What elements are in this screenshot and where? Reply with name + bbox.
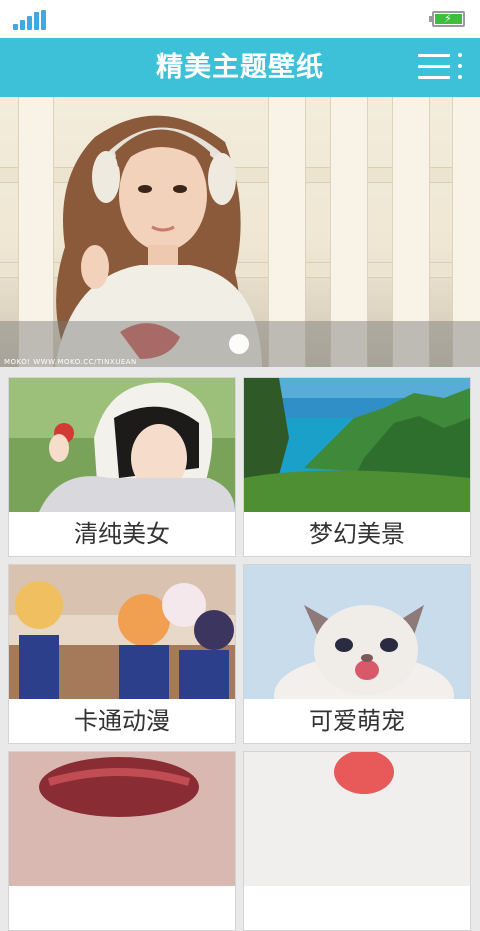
status-bar: ⚡ (0, 0, 480, 38)
banner-carousel[interactable]: MOKO! WWW.MOKO.CC/TINXUEAN (0, 97, 480, 367)
category-thumbnail (244, 752, 470, 886)
category-card-pure-beauty[interactable]: 清纯美女 (8, 377, 236, 557)
category-card-6[interactable] (243, 751, 471, 931)
category-card-5[interactable] (8, 751, 236, 931)
battery-charging-icon: ⚡ (429, 11, 465, 27)
category-thumbnail (244, 565, 470, 699)
category-thumbnail (9, 378, 235, 512)
category-label: 清纯美女 (9, 512, 235, 556)
category-card-cartoon-anime[interactable]: 卡通动漫 (8, 564, 236, 744)
app-title: 精美主题壁纸 (156, 52, 324, 83)
category-thumbnail (9, 565, 235, 699)
category-thumbnail (244, 378, 470, 512)
category-grid: 清纯美女 梦幻美景 卡通动漫 可爱萌宠 (0, 367, 480, 931)
signal-icon (13, 10, 47, 30)
category-card-cute-pets[interactable]: 可爱萌宠 (243, 564, 471, 744)
app-header: 精美主题壁纸 (0, 38, 480, 97)
banner-page-indicator[interactable] (229, 334, 249, 354)
category-thumbnail (9, 752, 235, 886)
category-label (244, 886, 470, 930)
category-label (9, 886, 235, 930)
banner-credit: MOKO! WWW.MOKO.CC/TINXUEAN (4, 358, 137, 366)
category-label: 梦幻美景 (244, 512, 470, 556)
category-card-dream-scenery[interactable]: 梦幻美景 (243, 377, 471, 557)
category-label: 可爱萌宠 (244, 699, 470, 743)
menu-button[interactable] (418, 52, 464, 82)
category-label: 卡通动漫 (9, 699, 235, 743)
